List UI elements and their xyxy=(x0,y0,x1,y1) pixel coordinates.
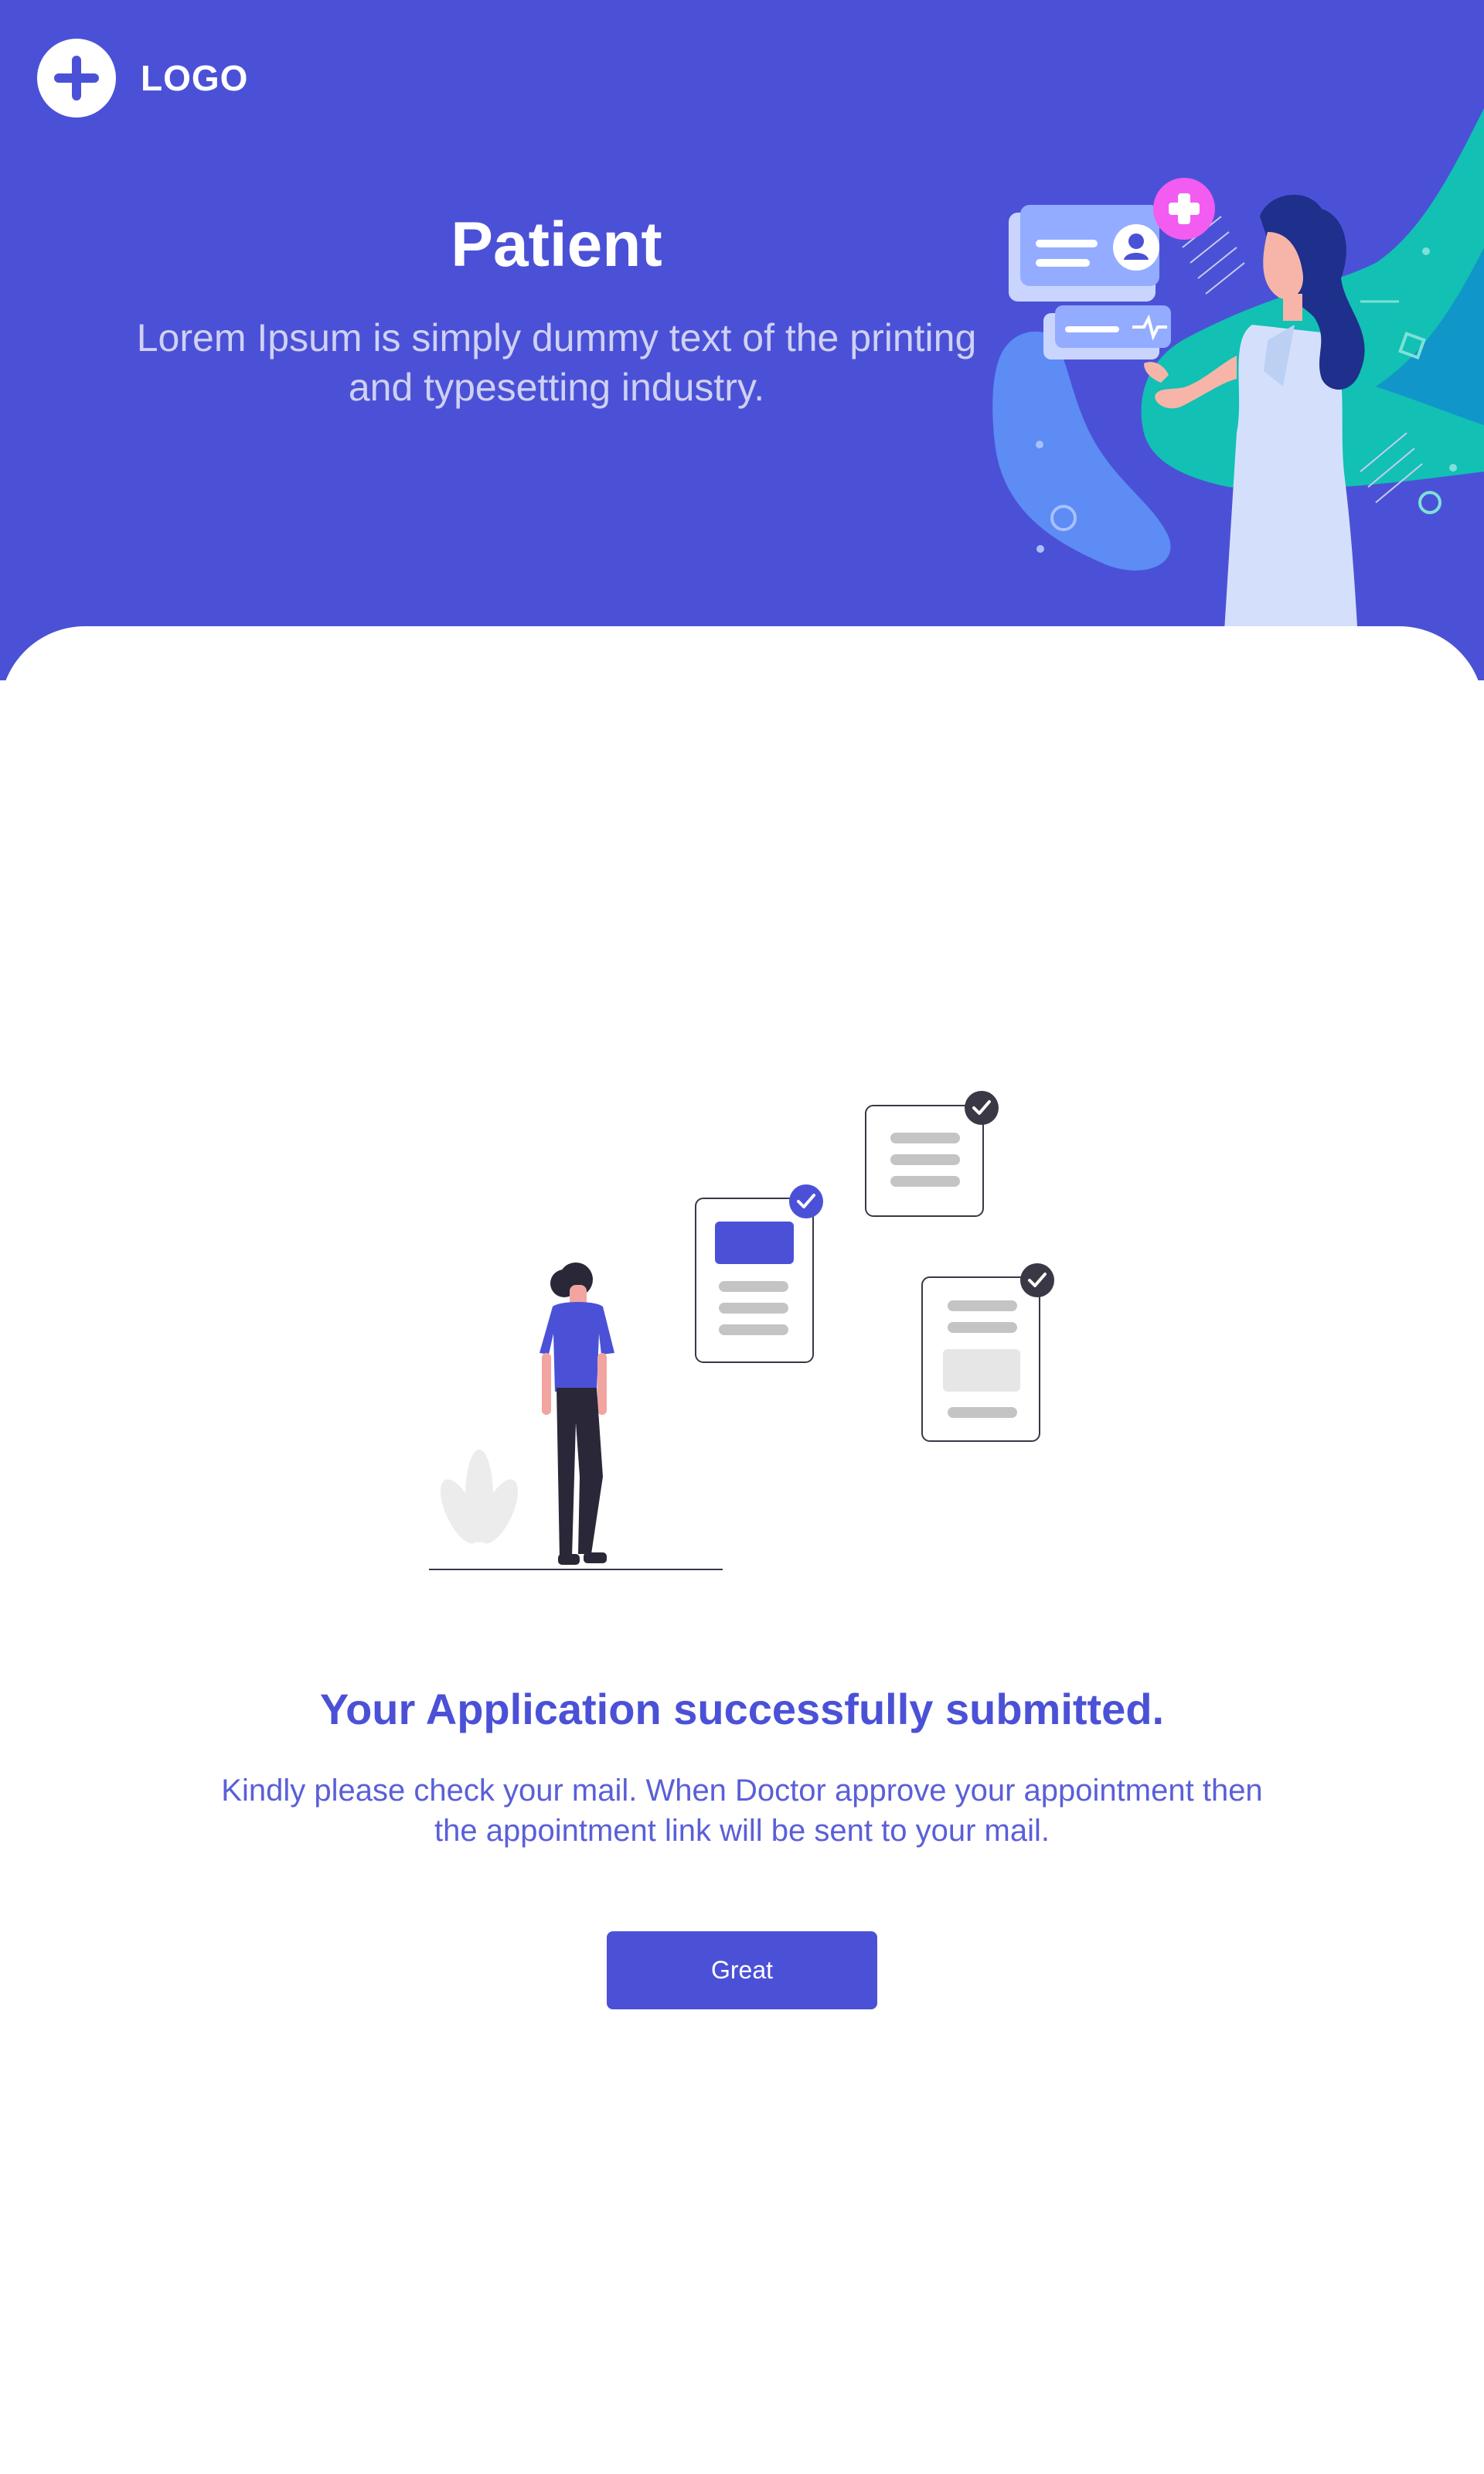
doctor-illustration xyxy=(992,108,1484,680)
success-message: Kindly please check your mail. When Doct… xyxy=(221,1774,1263,1848)
success-illustration xyxy=(429,1091,1054,1570)
great-button[interactable]: Great xyxy=(607,1931,877,2009)
page-subtitle: Lorem Ipsum is simply dummy text of the … xyxy=(136,316,977,409)
logo-text: LOGO xyxy=(141,58,249,98)
page-title: Patient xyxy=(451,210,662,280)
page-header: LOGO Patient Lorem Ipsum is simply dummy… xyxy=(0,0,1484,680)
logo[interactable]: LOGO xyxy=(37,39,248,118)
plus-circle-icon xyxy=(37,39,116,118)
success-title: Your Application successfully submitted. xyxy=(319,1685,1165,1733)
